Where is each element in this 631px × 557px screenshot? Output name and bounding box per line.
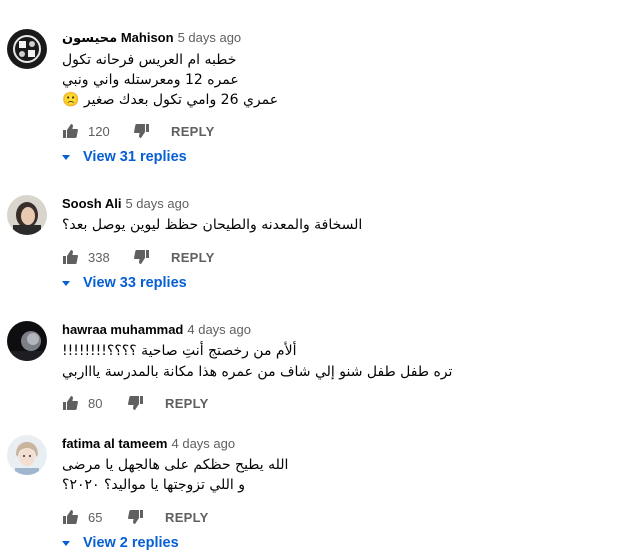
timestamp[interactable]: 4 days ago bbox=[187, 322, 251, 337]
thumbs-down-icon[interactable] bbox=[128, 509, 144, 525]
caret-down-icon bbox=[62, 280, 70, 286]
like-count: 120 bbox=[88, 123, 110, 139]
like-count: 65 bbox=[88, 509, 103, 525]
avatar[interactable] bbox=[7, 435, 47, 475]
caret-down-icon bbox=[62, 154, 70, 160]
author-name[interactable]: Soosh Ali bbox=[62, 196, 121, 211]
thumbs-up-icon[interactable] bbox=[62, 509, 78, 525]
comment-actions: 338 REPLY bbox=[62, 247, 215, 267]
comment-text-line: عمري 26 وامي تكول بعدك صغير 🙁 bbox=[62, 92, 279, 108]
timestamp[interactable]: 5 days ago bbox=[178, 30, 242, 45]
comment-header: fatima al tameem 4 days ago bbox=[62, 436, 235, 451]
view-replies-button[interactable]: View 33 replies bbox=[62, 275, 187, 291]
reply-button[interactable]: REPLY bbox=[165, 396, 209, 411]
caret-down-icon bbox=[62, 540, 70, 546]
thumbs-down-icon[interactable] bbox=[134, 249, 150, 265]
avatar[interactable] bbox=[7, 321, 47, 361]
comment-header: hawraa muhammad 4 days ago bbox=[62, 322, 251, 337]
reply-button[interactable]: REPLY bbox=[165, 510, 209, 525]
comment-text-line: ألأم من رخصتج أنتِ صاحية ؟؟؟؟!!!!!!!! bbox=[62, 343, 297, 359]
comment-text-line: السخافة والمعدنه والطيحان حظظ ليوين يوصل… bbox=[62, 217, 363, 233]
view-replies-label: View 2 replies bbox=[83, 535, 179, 551]
comment-header: Soosh Ali 5 days ago bbox=[62, 196, 189, 211]
comment-text-line: الله يطيح حظكم على هالجهل يا مرضى bbox=[62, 457, 289, 473]
view-replies-label: View 33 replies bbox=[83, 275, 187, 291]
comment-text-line: و اللي تزوجتها يا مواليد؟ ٢٠٢٠؟ bbox=[62, 477, 246, 493]
author-name-arabic: محيسون bbox=[62, 31, 118, 46]
comment-actions: 65 REPLY bbox=[62, 507, 209, 527]
timestamp[interactable]: 4 days ago bbox=[172, 436, 236, 451]
avatar[interactable] bbox=[7, 195, 47, 235]
comment-header: محيسون Mahison 5 days ago bbox=[62, 30, 241, 46]
like-count: 338 bbox=[88, 249, 110, 265]
thumbs-up-icon[interactable] bbox=[62, 395, 78, 411]
comment-actions: 120 REPLY bbox=[62, 121, 215, 141]
comment-text-line: تره طفل طفل شنو إلي شاف من عمره هذا مكان… bbox=[62, 364, 453, 380]
comment-actions: 80 REPLY bbox=[62, 393, 209, 413]
avatar[interactable] bbox=[7, 29, 47, 69]
timestamp[interactable]: 5 days ago bbox=[125, 196, 189, 211]
thumbs-down-icon[interactable] bbox=[134, 123, 150, 139]
author-name-latin: Mahison bbox=[120, 30, 174, 45]
author-name[interactable]: fatima al tameem bbox=[62, 436, 168, 451]
comment-text-line: خطبه ام العريس فرحانه تكول bbox=[62, 52, 237, 68]
thumbs-up-icon[interactable] bbox=[62, 249, 78, 265]
author-name[interactable]: محيسون Mahison bbox=[62, 30, 174, 46]
comment-text-line: عمره 12 ومعرستله واني ونبي bbox=[62, 72, 239, 88]
reply-button[interactable]: REPLY bbox=[171, 124, 215, 139]
thumbs-up-icon[interactable] bbox=[62, 123, 78, 139]
like-count: 80 bbox=[88, 395, 103, 411]
author-name[interactable]: hawraa muhammad bbox=[62, 322, 183, 337]
view-replies-button[interactable]: View 31 replies bbox=[62, 149, 187, 165]
thumbs-down-icon[interactable] bbox=[128, 395, 144, 411]
reply-button[interactable]: REPLY bbox=[171, 250, 215, 265]
view-replies-button[interactable]: View 2 replies bbox=[62, 535, 179, 551]
view-replies-label: View 31 replies bbox=[83, 149, 187, 165]
